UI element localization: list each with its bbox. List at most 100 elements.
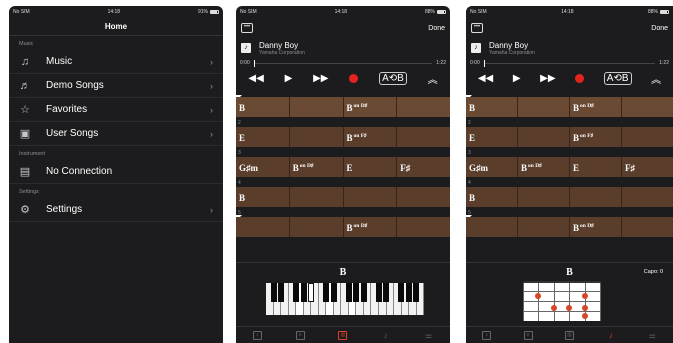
chord-row[interactable]: B Bon D♯ xyxy=(466,90,673,120)
piano-black-key xyxy=(330,283,337,302)
chord-cell[interactable] xyxy=(397,217,450,237)
record-icon[interactable] xyxy=(575,73,585,83)
chord-cell[interactable]: B xyxy=(236,187,290,207)
chord-cell[interactable] xyxy=(397,187,450,207)
chord-cell[interactable]: Bon D♯ xyxy=(570,217,622,237)
play-icon[interactable]: ▶ xyxy=(285,73,293,84)
chord-cell[interactable]: B xyxy=(466,187,518,207)
chord-cell[interactable] xyxy=(466,217,518,237)
rewind-icon[interactable]: ◀◀ xyxy=(248,73,263,84)
tab-list-icon[interactable]: ≡ xyxy=(295,330,305,340)
scrubber[interactable] xyxy=(253,59,433,67)
chord-cell[interactable]: Bon D♯ xyxy=(290,157,344,177)
chord-cell[interactable]: Bon F♯ xyxy=(344,127,398,147)
chord-cell[interactable] xyxy=(570,187,622,207)
chord-cell[interactable]: B xyxy=(466,97,518,117)
time-total: 1:22 xyxy=(659,60,669,66)
chord-cell[interactable] xyxy=(622,97,673,117)
chord-cell[interactable]: Bon F♯ xyxy=(570,127,622,147)
menu-item-user-songs[interactable]: ▣ User Songs › xyxy=(9,122,223,146)
chord-cell[interactable]: E xyxy=(466,127,518,147)
time-elapsed: 0:00 xyxy=(240,60,250,66)
chord-cell[interactable] xyxy=(622,217,673,237)
collapse-chevron-icon[interactable]: ︽ xyxy=(428,71,438,86)
chord-symbol: B xyxy=(521,163,528,173)
chord-cell[interactable] xyxy=(622,187,673,207)
piano-black-key xyxy=(293,283,300,302)
piano-keyboard xyxy=(266,283,425,315)
progress-timeline[interactable]: 0:00 1:22 xyxy=(466,58,673,68)
ab-repeat-button[interactable]: A⟲B xyxy=(379,71,407,85)
menu-item-favorites[interactable]: ☆ Favorites › xyxy=(9,98,223,122)
chord-cell[interactable]: G♯m xyxy=(236,157,290,177)
menu-item-demo-songs[interactable]: ♬ Demo Songs › xyxy=(9,74,223,98)
chord-cell[interactable]: E xyxy=(570,157,622,177)
chord-cell[interactable] xyxy=(518,217,570,237)
record-icon[interactable] xyxy=(349,73,359,83)
chord-grid[interactable]: B Bon D♯ 2 E Bon F♯ 3 G♯m Bon D♯ E F♯ 4 B 5 Bon D♯ xyxy=(466,90,673,240)
chord-row[interactable]: 3 G♯m Bon D♯ E F♯ xyxy=(466,150,673,180)
chord-cell[interactable]: B xyxy=(236,97,290,117)
play-icon[interactable]: ▶ xyxy=(513,73,521,84)
chord-row[interactable]: 2 E Bon F♯ xyxy=(236,120,450,150)
chord-cell[interactable] xyxy=(290,217,344,237)
chord-row[interactable]: 5 Bon D♯ xyxy=(236,210,450,240)
chord-cell[interactable]: Bon D♯ xyxy=(344,217,398,237)
chord-cell[interactable] xyxy=(290,187,344,207)
chord-row[interactable]: 3 G♯m Bon D♯ E F♯ xyxy=(236,150,450,180)
chord-bass-note: on D♯ xyxy=(353,103,368,109)
measure-number: 3 xyxy=(468,150,471,156)
chord-cell[interactable] xyxy=(518,97,570,117)
chord-cell[interactable] xyxy=(397,127,450,147)
menu-item-settings[interactable]: ⚙ Settings › xyxy=(9,198,223,222)
ellipsis-icon[interactable]: ••• xyxy=(241,23,253,33)
ab-repeat-button[interactable]: A⟲B xyxy=(603,71,632,85)
chord-row[interactable]: 5 Bon D♯ xyxy=(466,210,673,240)
chord-cell[interactable]: Bon D♯ xyxy=(344,97,398,117)
chord-cell[interactable]: G♯m xyxy=(466,157,518,177)
tab-song-icon[interactable]: ♪ xyxy=(482,330,492,340)
piano-black-key xyxy=(270,283,277,302)
chord-cell[interactable] xyxy=(397,97,450,117)
chevron-right-icon: › xyxy=(210,80,213,91)
chord-cell[interactable]: E xyxy=(344,157,398,177)
scrubber[interactable] xyxy=(483,59,656,67)
chord-row[interactable]: 4B xyxy=(466,180,673,210)
tab-list-icon[interactable]: ≡ xyxy=(523,330,533,340)
tab-keyboard-icon[interactable]: ▥ xyxy=(564,330,574,340)
chord-row[interactable]: 4B xyxy=(236,180,450,210)
chord-cell[interactable]: E xyxy=(236,127,290,147)
menu-item-connection[interactable]: ▤ No Connection xyxy=(9,160,223,184)
done-button[interactable]: Done xyxy=(651,25,668,32)
chord-cell[interactable] xyxy=(622,127,673,147)
fast-forward-icon[interactable]: ▶▶ xyxy=(540,73,555,84)
tab-keyboard-icon[interactable]: ▥ xyxy=(338,330,348,340)
chord-cell[interactable]: F♯ xyxy=(397,157,450,177)
chord-cell[interactable] xyxy=(290,127,344,147)
chord-cell[interactable] xyxy=(518,127,570,147)
chord-cell[interactable]: Bon D♯ xyxy=(570,97,622,117)
chord-cell[interactable] xyxy=(290,97,344,117)
chord-grid[interactable]: B Bon D♯ 2 E Bon F♯ 3 G♯m Bon D♯ E F♯ 4 B 5 Bon D♯ xyxy=(236,90,450,240)
tab-mixer-icon[interactable]: ⚌ xyxy=(648,331,657,340)
chord-row[interactable]: B Bon D♯ xyxy=(236,90,450,120)
piano-black-key xyxy=(323,283,330,302)
chord-row[interactable]: 2 E Bon F♯ xyxy=(466,120,673,150)
tab-guitar-icon[interactable]: ♪ xyxy=(381,331,390,340)
ellipsis-icon[interactable]: ••• xyxy=(471,23,483,33)
collapse-chevron-icon[interactable]: ︽ xyxy=(651,71,661,86)
done-button[interactable]: Done xyxy=(428,25,445,32)
progress-timeline[interactable]: 0:00 1:22 xyxy=(236,58,450,68)
tab-guitar-icon[interactable]: ♪ xyxy=(606,331,615,340)
tab-song-icon[interactable]: ♪ xyxy=(252,330,262,340)
tab-mixer-icon[interactable]: ⚌ xyxy=(424,331,433,340)
chord-cell[interactable] xyxy=(518,187,570,207)
chord-cell[interactable] xyxy=(236,217,290,237)
song-title: Danny Boy xyxy=(489,40,529,50)
fast-forward-icon[interactable]: ▶▶ xyxy=(313,73,328,84)
chord-cell[interactable] xyxy=(344,187,398,207)
menu-item-music[interactable]: ♫ Music › xyxy=(9,50,223,74)
chord-cell[interactable]: F♯ xyxy=(622,157,673,177)
chord-cell[interactable]: Bon D♯ xyxy=(518,157,570,177)
rewind-icon[interactable]: ◀◀ xyxy=(478,73,493,84)
